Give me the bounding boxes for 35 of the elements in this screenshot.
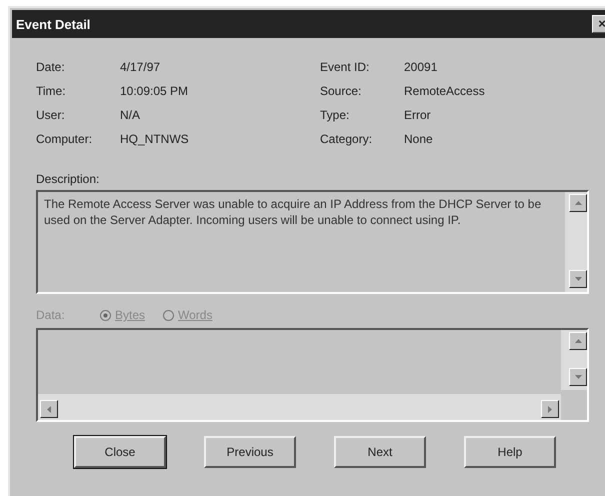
scroll-right-icon[interactable] xyxy=(541,400,559,418)
scroll-down-icon[interactable] xyxy=(569,270,587,288)
horizontal-scrollbar[interactable] xyxy=(38,394,561,420)
window-title: Event Detail xyxy=(16,16,90,32)
field-value: None xyxy=(404,132,433,146)
field-value: RemoteAccess xyxy=(404,84,485,98)
field-label: Category: xyxy=(320,132,374,146)
dialog-button[interactable]: Help xyxy=(464,436,556,468)
close-button[interactable]: × xyxy=(592,15,605,33)
data-label: Data: xyxy=(36,308,66,322)
vertical-scrollbar[interactable] xyxy=(565,192,587,292)
field-label: Computer: xyxy=(36,132,94,146)
dialog-button[interactable]: Previous xyxy=(204,436,296,468)
field-value: 20091 xyxy=(404,60,438,74)
field-value: 10:09:05 PM xyxy=(120,84,188,98)
description-label: Description: xyxy=(36,172,100,186)
field-value: N/A xyxy=(120,108,140,122)
scroll-down-icon[interactable] xyxy=(569,368,587,386)
description-text: The Remote Access Server was unable to acquire an IP Address from the DHCP Server to be used on the Server Adapter. Incoming users will be unable to connect using IP. xyxy=(43,196,542,229)
scroll-left-icon[interactable] xyxy=(40,400,58,418)
scroll-up-icon[interactable] xyxy=(569,194,587,212)
field-value: 4/17/97 xyxy=(120,60,160,74)
field-label: Type: xyxy=(320,108,350,122)
field-label: User: xyxy=(36,108,66,122)
field-label: Event ID: xyxy=(320,60,370,74)
field-label: Date: xyxy=(36,60,66,74)
description-box[interactable]: The Remote Access Server was unable to acquire an IP Address from the DHCP Server to be used on the Server Adapter. Incoming users will be unable to connect using IP. xyxy=(36,190,589,294)
scroll-up-icon[interactable] xyxy=(569,332,587,350)
dialog-button[interactable]: Close xyxy=(74,436,166,468)
field-label: Source: xyxy=(320,84,362,98)
field-label: Time: xyxy=(36,84,67,98)
data-box[interactable] xyxy=(36,328,589,422)
dialog-button[interactable]: Next xyxy=(334,436,426,468)
field-value: Error xyxy=(404,108,431,122)
field-value: HQ_NTNWS xyxy=(120,132,189,146)
